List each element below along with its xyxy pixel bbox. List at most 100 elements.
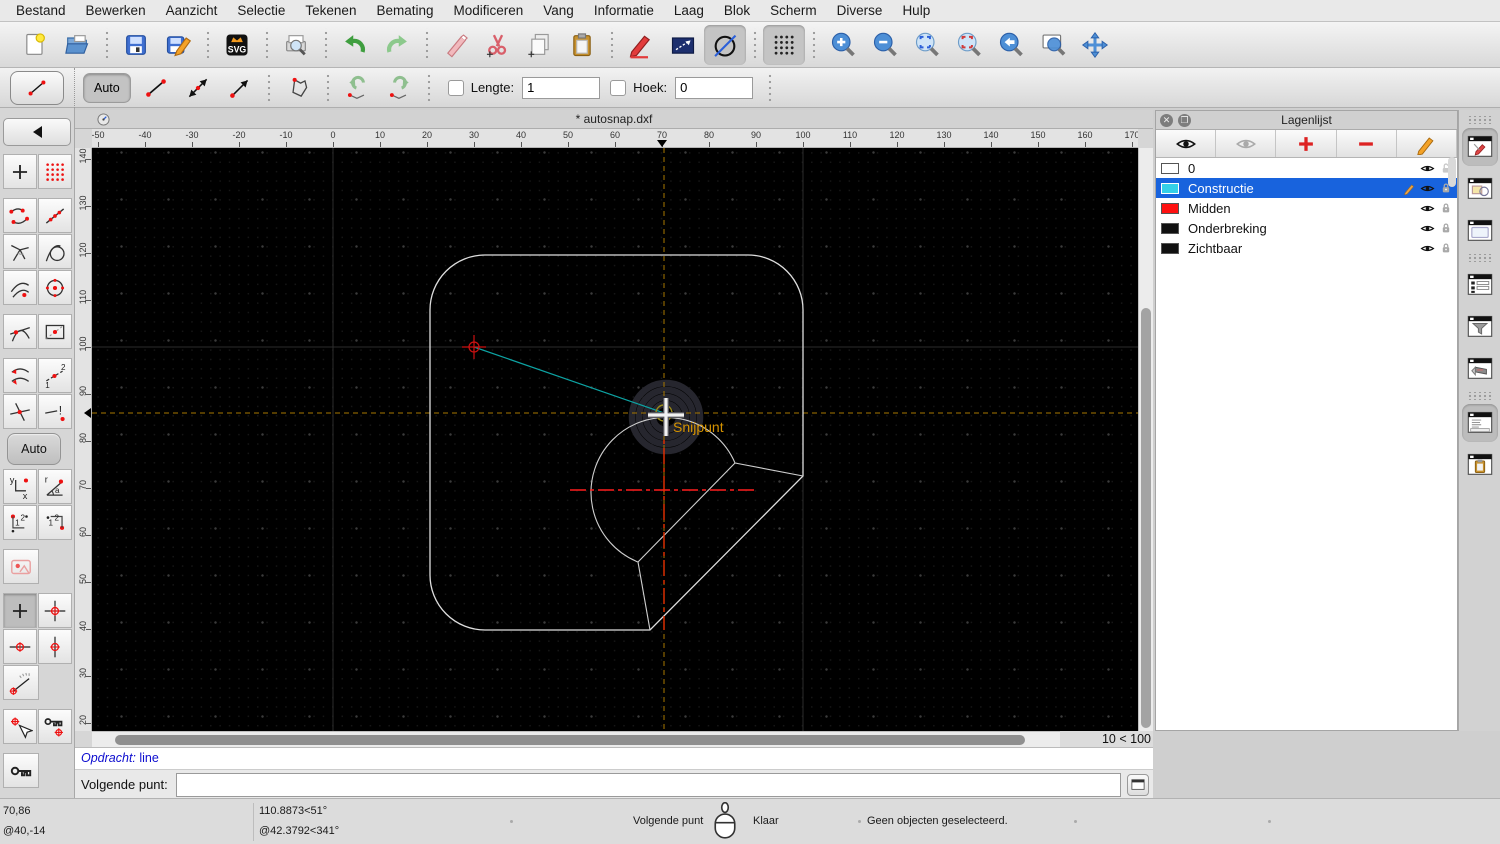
drawing-window-toggle-button[interactable] [1461, 128, 1498, 166]
angle-checkbox[interactable] [610, 79, 627, 96]
angle-gauge-button[interactable] [3, 665, 39, 700]
command-input[interactable] [175, 772, 1121, 797]
layer-list-toggle-button[interactable] [1462, 266, 1498, 304]
command-widget-toggle-button[interactable] [1461, 404, 1498, 442]
snap-endpoints-button[interactable] [3, 198, 37, 233]
snap-intersection-manual-button[interactable]: ! [38, 394, 72, 429]
library-browser-toggle-button[interactable] [1462, 212, 1498, 250]
line-two-points-button[interactable] [177, 70, 219, 106]
export-svg-button[interactable]: SVG [216, 25, 258, 65]
layer-row-0[interactable]: 0 [1156, 158, 1457, 178]
zoom-previous-button[interactable] [990, 25, 1032, 65]
coordinate-polar-button[interactable]: ra [38, 469, 72, 504]
restrict-vertical-button[interactable] [38, 629, 72, 664]
layer-locked-icon[interactable] [1439, 241, 1453, 255]
lock-zero-button[interactable] [3, 753, 39, 788]
open-file-button[interactable] [56, 25, 98, 65]
snap-distance-points-button[interactable]: 12 [38, 358, 72, 393]
zoom-window-button[interactable] [1032, 25, 1074, 65]
zoom-fit-button[interactable] [948, 25, 990, 65]
menu-bemating[interactable]: Bemating [366, 0, 443, 22]
layer-visibility-icon[interactable] [1420, 241, 1435, 256]
close-panel-button[interactable]: ✕ [1160, 113, 1173, 127]
show-all-layers-button[interactable] [1156, 130, 1217, 157]
lock-relative-zero-button[interactable] [38, 709, 72, 744]
redo-button[interactable] [376, 25, 418, 65]
menu-diverse[interactable]: Diverse [827, 0, 893, 22]
snap-perpendicular-button[interactable] [3, 234, 37, 269]
layer-locked-icon[interactable] [1439, 221, 1453, 235]
layer-visibility-icon[interactable] [1420, 201, 1435, 216]
remove-layer-button[interactable] [1336, 130, 1397, 157]
vertical-scrollbar[interactable] [1138, 148, 1153, 731]
new-file-button[interactable] [14, 25, 56, 65]
dimension-settings-button[interactable] [662, 25, 704, 65]
snap-intersection-arc-button[interactable] [3, 314, 37, 349]
restrict-image-button[interactable] [3, 549, 39, 584]
snap-auto-distance-button[interactable] [3, 358, 37, 393]
draft-mode-button[interactable] [704, 24, 746, 65]
menu-tekenen[interactable]: Tekenen [295, 0, 366, 22]
menu-bestand[interactable]: Bestand [6, 0, 76, 22]
menu-scherm[interactable]: Scherm [760, 0, 827, 22]
layer-row-onderbreking[interactable]: Onderbreking [1156, 218, 1457, 238]
clipboard-panel-toggle-button[interactable] [1462, 446, 1498, 484]
snap-middle-button[interactable] [38, 314, 72, 349]
undo-segment-button[interactable] [337, 70, 379, 106]
restrict-orthogonal-button[interactable] [38, 593, 72, 628]
hide-all-layers-button[interactable] [1216, 130, 1277, 157]
menu-bewerken[interactable]: Bewerken [76, 0, 156, 22]
layer-row-constructie[interactable]: Constructie [1156, 178, 1457, 198]
save-as-button[interactable] [157, 25, 199, 65]
menu-modificeren[interactable]: Modificeren [444, 0, 534, 22]
delete-button[interactable] [435, 25, 477, 65]
snap-arc-point-button[interactable] [3, 270, 37, 305]
zoom-in-button[interactable] [822, 25, 864, 65]
redo-segment-button[interactable] [379, 70, 421, 106]
length-input[interactable] [522, 76, 601, 99]
line-tool-button[interactable] [10, 70, 64, 105]
line-angle-button[interactable] [219, 70, 261, 106]
undo-button[interactable] [334, 25, 376, 65]
polyline-button[interactable] [278, 70, 320, 106]
menu-aanzicht[interactable]: Aanzicht [156, 0, 228, 22]
block-list-toggle-button[interactable] [1462, 170, 1498, 208]
line-segment-button[interactable] [135, 70, 177, 106]
layer-edit-icon[interactable] [1403, 182, 1416, 195]
float-panel-button[interactable]: ❐ [1178, 113, 1191, 127]
auto-line-mode-button[interactable]: Auto [83, 72, 131, 103]
pen-palette-toggle-button[interactable] [1462, 350, 1498, 388]
snap-intersection-button[interactable] [3, 394, 37, 429]
copy-button[interactable] [519, 25, 561, 65]
layer-row-midden[interactable]: Midden [1156, 198, 1457, 218]
snap-auto-button[interactable]: Auto [7, 433, 61, 465]
menu-selectie[interactable]: Selectie [227, 0, 295, 22]
horizontal-scrollbar-thumb[interactable] [115, 735, 1025, 745]
paste-button[interactable] [561, 25, 603, 65]
command-widget-toggle-button[interactable] [1127, 773, 1149, 796]
add-layer-button[interactable] [1276, 130, 1337, 157]
length-checkbox[interactable] [447, 79, 464, 96]
restrict-nothing-button[interactable] [3, 593, 37, 628]
layer-row-zichtbaar[interactable]: Zichtbaar [1156, 238, 1457, 258]
snap-free-button[interactable]: > [3, 154, 37, 189]
menu-laag[interactable]: Laag [664, 0, 714, 22]
set-relative-zero-button[interactable] [3, 709, 37, 744]
layer-visibility-icon[interactable] [1420, 221, 1435, 236]
menu-hulp[interactable]: Hulp [892, 0, 940, 22]
menu-blok[interactable]: Blok [714, 0, 760, 22]
corner-point-order-b-button[interactable]: 12 [38, 505, 72, 540]
snap-tangent-button[interactable] [38, 234, 72, 269]
grid-toggle-button[interactable] [763, 24, 805, 65]
menu-vang[interactable]: Vang [533, 0, 584, 22]
vertical-scrollbar-thumb[interactable] [1141, 308, 1151, 728]
snap-center-button[interactable] [38, 270, 72, 305]
restrict-horizontal-button[interactable] [3, 629, 37, 664]
layer-visibility-icon[interactable] [1420, 181, 1435, 196]
coordinate-cartesian-button[interactable]: yx [3, 469, 37, 504]
angle-input[interactable] [675, 76, 754, 99]
edit-layer-button[interactable] [1396, 130, 1458, 157]
selection-filter-toggle-button[interactable] [1462, 308, 1498, 346]
corner-point-order-a-button[interactable]: 12 [3, 505, 37, 540]
layer-locked-icon[interactable] [1439, 201, 1453, 215]
